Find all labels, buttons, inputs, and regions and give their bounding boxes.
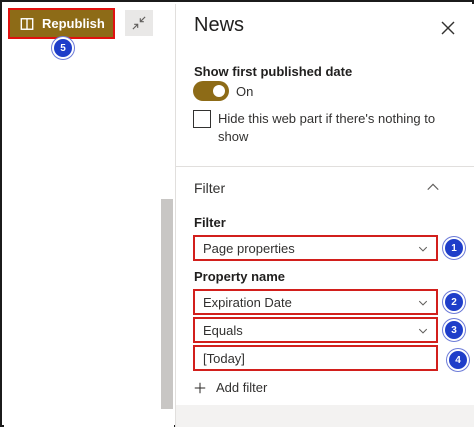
property-name-dropdown[interactable]: Expiration Date (193, 289, 438, 315)
step-badge-2: 2 (445, 293, 463, 311)
pane-title: News (194, 14, 245, 36)
app-frame: Republish 5 News Show first published da… (0, 0, 474, 427)
chevron-down-icon (418, 328, 428, 334)
page-canvas: Republish 5 (4, 4, 174, 427)
filter-dropdown[interactable]: Page properties (193, 235, 438, 261)
scrollbar[interactable] (161, 199, 173, 409)
chevron-down-icon (418, 246, 428, 252)
hide-webpart-label: Hide this web part if there's nothing to… (218, 111, 436, 144)
property-name-value: Expiration Date (203, 294, 292, 310)
hide-webpart-checkbox[interactable] (193, 110, 211, 128)
add-filter-button[interactable]: Add filter (194, 380, 267, 395)
operator-dropdown[interactable]: Equals (193, 317, 438, 343)
step-badge-1: 1 (445, 239, 463, 257)
section-divider (176, 166, 474, 167)
republish-button[interactable]: Republish (8, 8, 115, 39)
chevron-up-icon[interactable] (426, 180, 440, 194)
show-date-toggle[interactable] (193, 81, 229, 101)
step-badge-5: 5 (54, 39, 72, 57)
show-date-label: Show first published date (194, 64, 353, 79)
plus-icon (194, 382, 206, 393)
republish-label: Republish (42, 16, 105, 31)
book-icon (20, 17, 34, 30)
filter-section-title[interactable]: Filter (194, 180, 225, 196)
filter-label: Filter (194, 215, 226, 230)
property-pane: News Show first published date On Hide t… (175, 4, 474, 427)
filter-dropdown-value: Page properties (203, 240, 295, 256)
add-filter-label: Add filter (216, 380, 268, 395)
collapse-icon (132, 16, 146, 30)
step-badge-4: 4 (449, 351, 467, 369)
operator-value: Equals (203, 322, 243, 338)
toggle-state: On (236, 84, 254, 99)
filter-value-text: [Today] (203, 350, 245, 366)
close-icon[interactable] (440, 20, 456, 36)
collapse-button[interactable] (125, 10, 153, 36)
filter-value-input[interactable]: [Today] (193, 345, 438, 371)
step-badge-3: 3 (445, 321, 463, 339)
property-name-label: Property name (194, 269, 286, 284)
pane-footer (176, 405, 474, 427)
chevron-down-icon (418, 300, 428, 306)
